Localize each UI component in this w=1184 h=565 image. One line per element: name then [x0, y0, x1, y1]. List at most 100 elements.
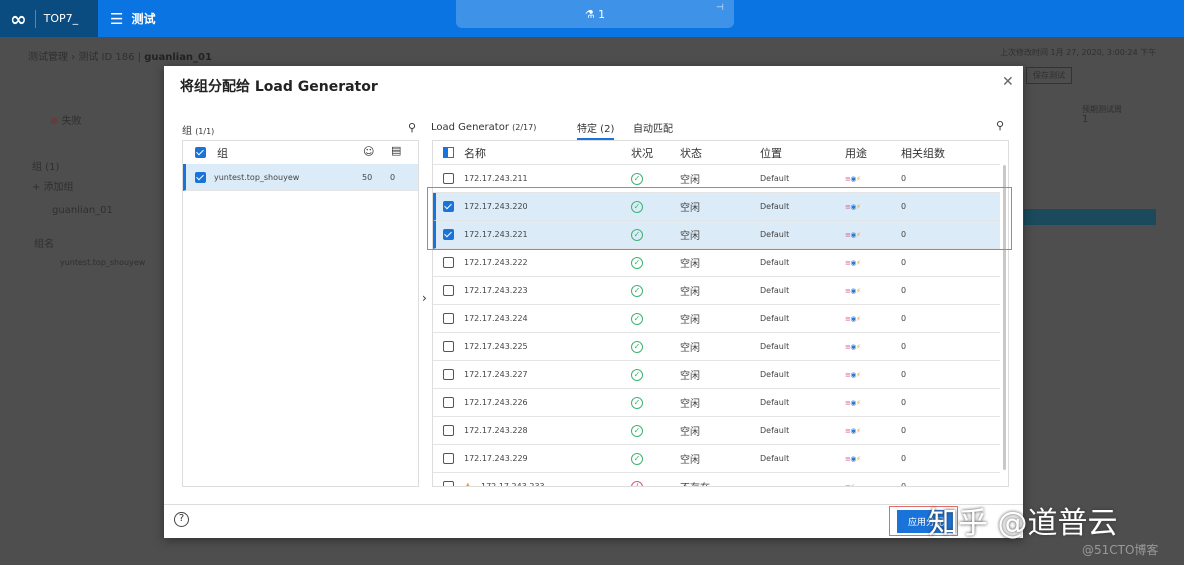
- lg-checkbox[interactable]: [443, 285, 454, 296]
- lg-checkbox[interactable]: [443, 313, 454, 324]
- dialog-title: 将组分配给 Load Generator: [180, 79, 378, 95]
- lg-state: 空闲: [680, 371, 700, 382]
- lg-state: 不存在: [680, 479, 710, 486]
- lg-row[interactable]: ▲ 172.17.243.233 / 不存在 ≡⚡ 0: [433, 473, 1000, 487]
- breadcrumb-root[interactable]: 测试管理: [28, 52, 68, 63]
- lg-location: Default: [760, 342, 790, 351]
- status: ⊗ 失败: [50, 112, 82, 127]
- lg-checkbox[interactable]: [443, 173, 454, 184]
- menu-label: 测试: [131, 12, 156, 26]
- lg-name: 172.17.243.229: [464, 454, 528, 463]
- status-ok-icon: ✓: [631, 256, 643, 269]
- center-tab-label: 1: [598, 7, 606, 21]
- lg-name: 172.17.243.223: [464, 286, 528, 295]
- lg-checkbox[interactable]: [443, 481, 454, 486]
- help-icon[interactable]: ?: [174, 512, 189, 527]
- lg-row[interactable]: 172.17.243.222 ✓ 空闲 Default ≡◉⚡ 0: [433, 249, 1000, 277]
- group-name: yuntest.top_shouyew: [214, 172, 300, 182]
- tab-specific[interactable]: 特定 (2): [577, 120, 615, 140]
- watermark: 知乎 @道普云: [928, 506, 1118, 541]
- purpose-icons: ≡◉⚡: [845, 258, 861, 267]
- breadcrumb-mid[interactable]: 测试 ID 186: [78, 52, 134, 63]
- watermark-sub: @51CTO博客: [1082, 543, 1159, 557]
- last-modified: 上次修改时间 1月 27, 2020, 3:00:24 下午: [1000, 48, 1157, 57]
- lg-location: Default: [760, 174, 790, 183]
- lg-name: 172.17.243.224: [464, 314, 528, 323]
- lg-name: 172.17.243.225: [464, 342, 528, 351]
- purpose-icons: ≡◉⚡: [845, 426, 861, 435]
- center-tab[interactable]: ⚗ 1: [456, 0, 734, 28]
- lg-state: 空闲: [680, 287, 700, 298]
- status-label: 失败: [61, 116, 82, 127]
- group-scripts: 0: [390, 172, 396, 182]
- purpose-icons: ≡◉⚡: [845, 454, 861, 463]
- status-ok-icon: ✓: [631, 424, 643, 437]
- group-row[interactable]: yuntest.top_shouyew 50 0: [183, 164, 418, 191]
- menu-button[interactable]: ☰ 测试: [110, 0, 155, 37]
- purpose-icons: ≡⚡: [845, 482, 855, 487]
- lg-checkbox[interactable]: [443, 257, 454, 268]
- search-groups-icon[interactable]: ⚲: [408, 121, 416, 134]
- lg-checkbox[interactable]: [443, 341, 454, 352]
- runs-value[interactable]: 1: [1082, 114, 1088, 125]
- col-groups[interactable]: 相关组数: [901, 145, 945, 161]
- lg-row[interactable]: 172.17.243.229 ✓ 空闲 Default ≡◉⚡ 0: [433, 445, 1000, 473]
- purpose-icons: ≡◉⚡: [845, 370, 861, 379]
- lg-checkbox[interactable]: [443, 425, 454, 436]
- lg-name: 172.17.243.222: [464, 258, 528, 267]
- lg-row[interactable]: 172.17.243.224 ✓ 空闲 Default ≡◉⚡ 0: [433, 305, 1000, 333]
- group-name-header: 组名: [34, 239, 54, 250]
- status-ok-icon: ✓: [631, 284, 643, 297]
- script-icon: ▤: [391, 144, 402, 157]
- purpose-icons: ≡◉⚡: [845, 174, 861, 183]
- col-state[interactable]: 状态: [680, 145, 702, 161]
- pin-icon[interactable]: ⊣: [716, 3, 724, 13]
- lg-state: 空闲: [680, 427, 700, 438]
- breadcrumb: 测试管理 › 测试 ID 186 | guanlian_01: [28, 52, 212, 63]
- save-test-button[interactable]: 保存测试: [1026, 67, 1072, 84]
- lg-state: 空闲: [680, 399, 700, 410]
- status-ok-icon: ✓: [631, 340, 643, 353]
- lg-name: 172.17.243.226: [464, 398, 528, 407]
- lg-checkbox[interactable]: [443, 369, 454, 380]
- select-all-lg-checkbox[interactable]: [443, 147, 454, 158]
- lg-group-count: 0: [901, 286, 907, 295]
- brand[interactable]: ∞ TOP7_: [0, 0, 98, 37]
- col-purpose[interactable]: 用途: [845, 145, 867, 161]
- group-checkbox[interactable]: [195, 171, 206, 183]
- lg-location: Default: [760, 370, 790, 379]
- close-icon[interactable]: ✕: [1002, 74, 1014, 90]
- purpose-icons: ≡◉⚡: [845, 398, 861, 407]
- add-group-button[interactable]: + 添加组: [32, 178, 74, 193]
- divider: [34, 9, 36, 28]
- select-all-groups-checkbox[interactable]: [195, 147, 206, 158]
- lg-checkbox[interactable]: [443, 397, 454, 408]
- status-ok-icon: ✓: [631, 368, 643, 381]
- status-ok-icon: ✓: [631, 452, 643, 465]
- group-row[interactable]: yuntest.top_shouyew: [60, 258, 145, 267]
- search-lg-icon[interactable]: ⚲: [996, 119, 1004, 132]
- background-bar: [1024, 209, 1156, 225]
- lg-name: 172.17.243.233: [481, 482, 545, 487]
- group-column-header: 组: [217, 147, 228, 160]
- status-error-icon: /: [631, 480, 643, 486]
- lg-location: Default: [760, 258, 790, 267]
- lg-group-count: 0: [901, 398, 907, 407]
- col-name[interactable]: 名称: [464, 145, 486, 161]
- groups-title: 组 (1): [32, 162, 60, 173]
- lg-row[interactable]: 172.17.243.225 ✓ 空闲 Default ≡◉⚡ 0: [433, 333, 1000, 361]
- lg-row[interactable]: 172.17.243.226 ✓ 空闲 Default ≡◉⚡ 0: [433, 389, 1000, 417]
- status-ok-icon: ✓: [631, 396, 643, 409]
- chevron-right-icon[interactable]: ›: [422, 291, 427, 305]
- lg-row[interactable]: 172.17.243.227 ✓ 空闲 Default ≡◉⚡ 0: [433, 361, 1000, 389]
- lg-row[interactable]: 172.17.243.228 ✓ 空闲 Default ≡◉⚡ 0: [433, 417, 1000, 445]
- warning-icon: ▲: [464, 481, 472, 487]
- lg-row[interactable]: 172.17.243.223 ✓ 空闲 Default ≡◉⚡ 0: [433, 277, 1000, 305]
- lg-label: Load Generator (2/17): [431, 122, 537, 133]
- tab-auto-match[interactable]: 自动匹配: [633, 120, 673, 135]
- lg-checkbox[interactable]: [443, 453, 454, 464]
- col-location[interactable]: 位置: [760, 145, 782, 161]
- lg-group-count: 0: [901, 174, 907, 183]
- col-health[interactable]: 状况: [631, 145, 653, 161]
- lg-group-count: 0: [901, 454, 907, 463]
